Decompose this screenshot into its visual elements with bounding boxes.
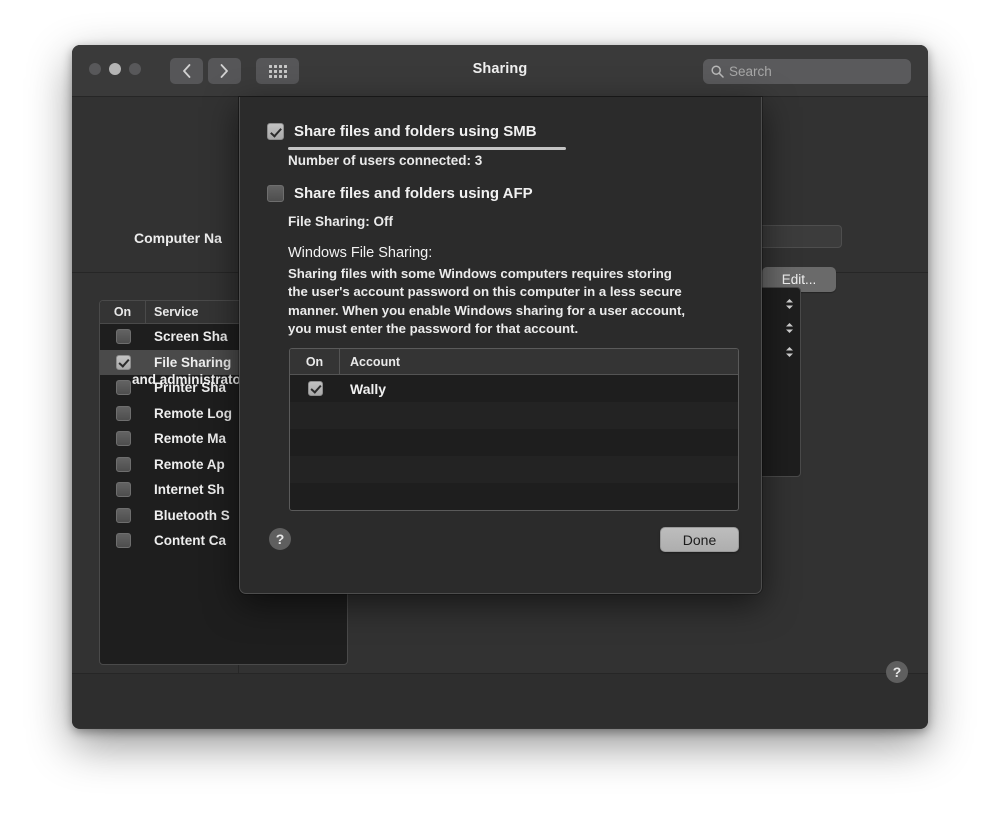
service-checkbox[interactable] <box>100 457 146 472</box>
checkbox-checked-icon <box>308 381 323 396</box>
table-row[interactable]: Wally <box>290 375 738 402</box>
service-label: Screen Sha <box>146 329 228 344</box>
checkbox-unchecked-icon <box>116 508 131 523</box>
smb-checkbox-row[interactable]: Share files and folders using SMB <box>267 123 537 140</box>
service-checkbox[interactable] <box>100 431 146 446</box>
checkbox-checked-icon <box>116 355 131 370</box>
service-label: File Sharing <box>146 355 231 370</box>
checkbox-unchecked-icon <box>116 329 131 344</box>
table-row-empty <box>290 456 738 483</box>
accounts-column-account: Account <box>340 355 400 369</box>
done-button[interactable]: Done <box>660 527 739 552</box>
service-label: Remote Ma <box>146 431 226 446</box>
search-icon <box>711 65 724 78</box>
service-label: Remote Ap <box>146 457 225 472</box>
table-row-empty <box>290 429 738 456</box>
window-titlebar: Sharing Search <box>72 45 928 97</box>
focus-underline <box>288 147 566 150</box>
service-checkbox[interactable] <box>100 508 146 523</box>
service-label: Bluetooth S <box>146 508 230 523</box>
table-row-empty <box>290 483 738 510</box>
service-checkbox[interactable] <box>100 482 146 497</box>
search-input[interactable]: Search <box>703 59 911 84</box>
sharing-status-text: and administrators <box>132 372 254 387</box>
table-row-empty <box>290 402 738 429</box>
checkbox-checked-icon[interactable] <box>267 123 284 140</box>
search-placeholder: Search <box>729 64 772 79</box>
checkbox-unchecked-icon <box>116 533 131 548</box>
windows-file-sharing-heading: Windows File Sharing: <box>288 245 432 261</box>
window-bottom-bar: ? <box>72 673 928 728</box>
checkbox-unchecked-icon <box>116 380 131 395</box>
checkbox-unchecked-icon <box>116 431 131 446</box>
preferences-content: Computer Na Edit... On Service Screen Sh… <box>72 97 928 673</box>
afp-status-text: File Sharing: Off <box>288 214 393 229</box>
chevron-up-down-icon <box>785 346 794 358</box>
smb-status-text: Number of users connected: 3 <box>288 153 482 168</box>
afp-label: Share files and folders using AFP <box>294 185 533 202</box>
smb-label: Share files and folders using SMB <box>294 123 537 140</box>
service-checkbox[interactable] <box>100 533 146 548</box>
accounts-table[interactable]: On Account Wally <box>289 348 739 511</box>
chevron-up-down-icon <box>785 298 794 310</box>
service-checkbox[interactable] <box>100 329 146 344</box>
checkbox-unchecked-icon <box>116 482 131 497</box>
service-checkbox[interactable] <box>100 406 146 421</box>
accounts-column-on: On <box>290 349 340 374</box>
service-label: Remote Log <box>146 406 232 421</box>
afp-checkbox-row[interactable]: Share files and folders using AFP <box>267 185 533 202</box>
help-button[interactable]: ? <box>886 661 908 683</box>
services-column-on: On <box>100 301 146 323</box>
computer-name-label: Computer Na <box>134 230 222 246</box>
account-name: Wally <box>340 381 386 397</box>
accounts-table-header: On Account <box>290 349 738 375</box>
checkbox-unchecked-icon[interactable] <box>267 185 284 202</box>
help-button[interactable]: ? <box>269 528 291 550</box>
service-label: Content Ca <box>146 533 226 548</box>
windows-file-sharing-description: Sharing files with some Windows computer… <box>288 265 740 338</box>
chevron-up-down-icon <box>785 322 794 334</box>
file-sharing-options-sheet: Share files and folders using SMB Number… <box>239 97 762 594</box>
services-column-service: Service <box>146 305 198 319</box>
service-label: Internet Sh <box>146 482 225 497</box>
service-checkbox[interactable] <box>100 355 146 370</box>
account-checkbox[interactable] <box>290 381 340 396</box>
checkbox-unchecked-icon <box>116 406 131 421</box>
sharing-preferences-window: Sharing Search Computer Na Edit... On Se… <box>72 45 928 729</box>
checkbox-unchecked-icon <box>116 457 131 472</box>
